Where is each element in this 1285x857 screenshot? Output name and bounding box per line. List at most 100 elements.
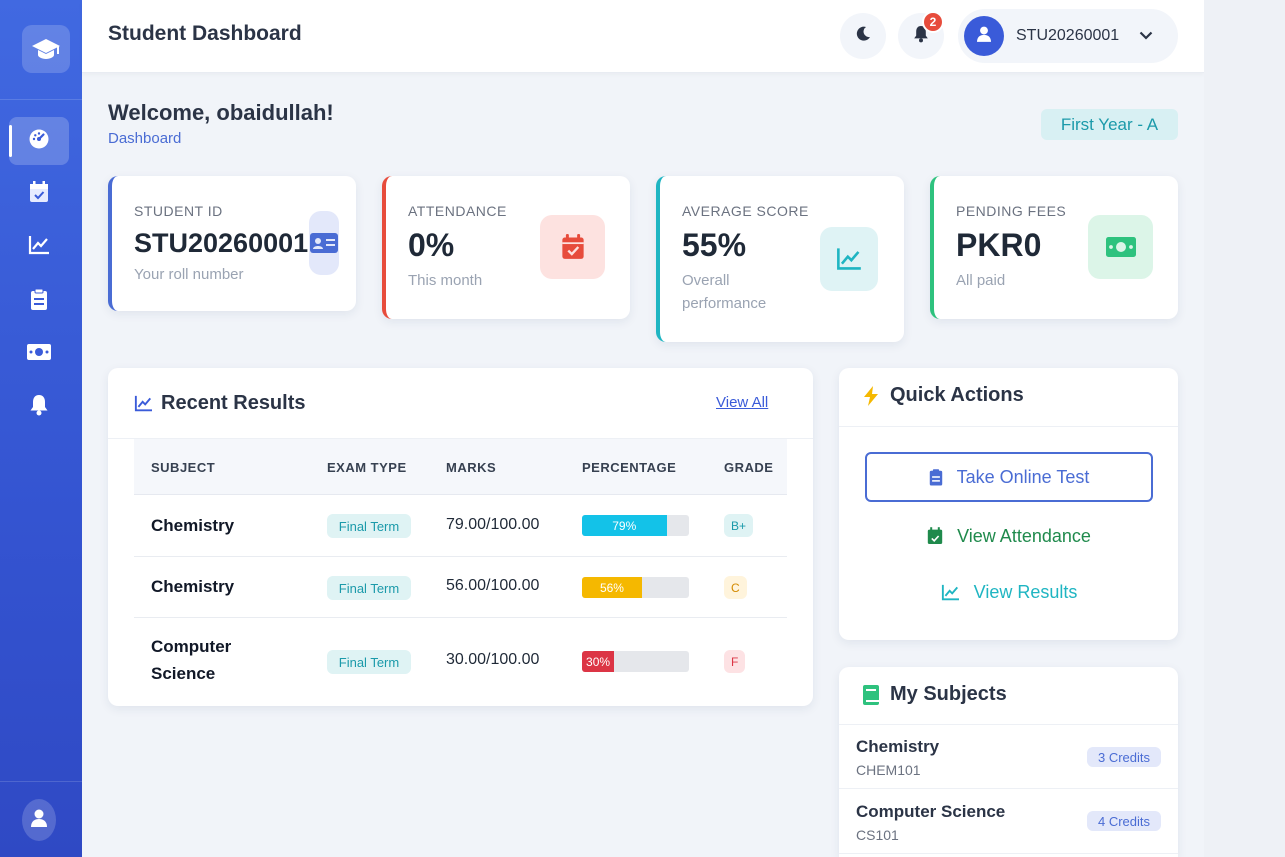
calendar-check-icon — [29, 180, 49, 208]
dashboard-gauge-icon — [28, 128, 50, 155]
stat-subtitle: Your roll number — [134, 266, 244, 283]
id-card-icon — [309, 211, 339, 275]
grade-badge: B+ — [724, 514, 754, 537]
list-item[interactable]: Computer Science CS101 4 Credits — [839, 790, 1178, 854]
stat-card-attendance: ATTENDANCE 0% This month — [382, 176, 630, 319]
credits-badge: 3 Credits — [1087, 747, 1161, 767]
stat-label: ATTENDANCE — [408, 203, 507, 219]
calendar-check-icon — [927, 527, 943, 545]
subject-cell: Chemistry — [151, 577, 235, 596]
credits-badge: 4 Credits — [1087, 811, 1161, 831]
view-attendance-label: View Attendance — [957, 525, 1091, 546]
sidebar-item-notifications[interactable] — [9, 383, 69, 431]
percentage-fill: 79% — [582, 515, 667, 536]
notifications-button[interactable]: 2 — [898, 11, 944, 59]
notification-count-badge: 2 — [922, 11, 944, 33]
my-subjects-title: My Subjects — [890, 683, 1007, 705]
calendar-check-icon — [540, 215, 605, 279]
page-gutter — [1204, 0, 1285, 857]
welcome-heading: Welcome, obaidullah! — [108, 100, 334, 125]
column-header-marks: MARKS — [446, 460, 497, 475]
stat-card-average-score: AVERAGE SCORE 55% Overall performance — [656, 176, 904, 342]
profile-avatar[interactable] — [22, 799, 56, 841]
sidebar-item-dashboard[interactable] — [9, 117, 69, 165]
graduation-cap-logo-icon[interactable] — [22, 25, 70, 73]
percentage-progress-bar: 30% — [582, 651, 689, 672]
table-row[interactable]: Chemistry Final Term 79.00/100.00 79% B+ — [134, 495, 787, 557]
marks-cell: 30.00/100.00 — [446, 651, 540, 668]
table-row[interactable]: Chemistry Final Term 56.00/100.00 56% C — [134, 557, 787, 618]
list-item[interactable]: Chemistry CHEM101 3 Credits — [839, 725, 1178, 789]
subject-name: Chemistry — [856, 737, 940, 756]
marks-cell: 56.00/100.00 — [446, 577, 540, 594]
money-bill-icon — [27, 343, 51, 365]
quick-actions-title: Quick Actions — [890, 384, 1024, 406]
sidebar-item-tests[interactable] — [9, 277, 69, 325]
sidebar-divider — [0, 99, 82, 100]
user-id-label: STU20260001 — [1016, 27, 1120, 44]
chart-line-icon — [941, 584, 960, 601]
subject-code: CS101 — [856, 827, 899, 843]
bell-icon — [29, 394, 49, 421]
exam-type-badge: Final Term — [327, 514, 411, 538]
results-table-header: SUBJECT EXAM TYPE MARKS PERCENTAGE GRADE — [134, 439, 787, 495]
theme-toggle-button[interactable] — [840, 13, 886, 59]
subject-cell: Chemistry — [151, 516, 235, 535]
clipboard-list-icon — [30, 288, 48, 315]
stat-card-student-id: STUDENT ID STU20260001 Your roll number — [108, 176, 356, 311]
view-results-button[interactable]: View Results — [865, 567, 1153, 617]
column-header-grade: GRADE — [724, 460, 774, 475]
sidebar-item-fees[interactable] — [9, 330, 69, 378]
subject-code: CHEM101 — [856, 762, 921, 778]
breadcrumb[interactable]: Dashboard — [108, 130, 181, 147]
stat-value: 55% — [682, 227, 747, 263]
sidebar-divider — [0, 781, 82, 782]
stat-value: 0% — [408, 227, 455, 263]
percentage-progress-bar: 56% — [582, 577, 689, 598]
column-header-percentage: PERCENTAGE — [582, 460, 677, 475]
subject-name: Computer Science — [856, 802, 1006, 821]
book-icon — [863, 685, 879, 710]
grade-badge: F — [724, 650, 746, 673]
stat-card-pending-fees: PENDING FEES PKR0 All paid — [930, 176, 1178, 319]
stat-value: PKR0 — [956, 227, 1042, 263]
card-divider — [839, 426, 1178, 427]
quick-actions-card: Quick Actions Take Online Test View Atte… — [839, 368, 1178, 640]
exam-type-badge: Final Term — [327, 650, 411, 674]
stat-label: STUDENT ID — [134, 203, 223, 219]
view-all-link[interactable]: View All — [716, 394, 768, 411]
exam-type-badge: Final Term — [327, 576, 411, 600]
marks-cell: 79.00/100.00 — [446, 516, 540, 533]
subject-cell: Computer Science — [151, 637, 232, 683]
stat-label: AVERAGE SCORE — [682, 203, 809, 219]
sidebar — [0, 0, 82, 857]
user-avatar — [964, 16, 1004, 56]
bolt-icon — [863, 386, 879, 411]
class-section-badge: First Year - A — [1041, 109, 1178, 140]
user-icon — [31, 809, 47, 832]
moon-icon — [855, 26, 871, 47]
user-icon — [977, 26, 991, 47]
page-title: Student Dashboard — [108, 22, 302, 45]
stat-value: STU20260001 — [134, 228, 309, 258]
user-menu-dropdown[interactable]: STU20260001 — [958, 9, 1178, 63]
recent-results-title: Recent Results — [161, 392, 306, 414]
table-row[interactable]: Computer Science Final Term 30.00/100.00… — [134, 618, 787, 704]
chart-line-icon — [820, 227, 878, 291]
take-online-test-button[interactable]: Take Online Test — [865, 452, 1153, 502]
column-header-subject: SUBJECT — [151, 460, 216, 475]
my-subjects-card: My Subjects Chemistry CHEM101 3 Credits … — [839, 667, 1178, 857]
stat-subtitle: This month — [408, 272, 483, 289]
percentage-progress-bar: 79% — [582, 515, 689, 536]
top-header: Student Dashboard 2 STU20260001 — [82, 0, 1204, 73]
stat-subtitle: Overall performance — [682, 272, 767, 312]
chart-line-icon — [134, 395, 153, 417]
chevron-down-icon — [1139, 27, 1153, 45]
sidebar-item-attendance[interactable] — [9, 170, 69, 218]
view-attendance-button[interactable]: View Attendance — [865, 511, 1153, 561]
money-bill-icon — [1088, 215, 1153, 279]
clipboard-list-icon — [929, 468, 943, 486]
column-header-exam-type: EXAM TYPE — [327, 460, 407, 475]
sidebar-item-results[interactable] — [9, 223, 69, 271]
stat-label: PENDING FEES — [956, 203, 1067, 219]
